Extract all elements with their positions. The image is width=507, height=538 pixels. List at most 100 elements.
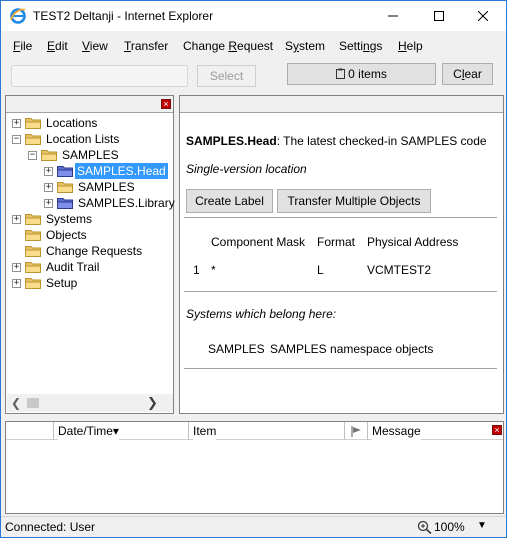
minimize-button[interactable] xyxy=(370,1,416,31)
row-mask: * xyxy=(211,263,216,277)
ie-logo-icon xyxy=(10,8,26,24)
clear-button[interactable]: Clear xyxy=(442,63,493,85)
zoom-icon xyxy=(417,520,432,534)
scroll-left-icon[interactable]: ❮ xyxy=(11,396,21,410)
close-pane-icon[interactable]: × xyxy=(161,99,171,109)
tree-item[interactable]: Objects xyxy=(6,227,173,243)
column-date-time[interactable]: Date/Time▾ xyxy=(58,422,119,440)
tree-item[interactable]: + Systems xyxy=(6,211,173,227)
flag-icon xyxy=(351,426,361,437)
expand-icon[interactable]: + xyxy=(44,199,53,208)
sort-desc-icon: ▾ xyxy=(112,424,119,438)
transfer-multiple-objects-button[interactable]: Transfer Multiple Objects xyxy=(277,189,431,213)
folder-icon xyxy=(25,214,41,225)
zoom-level[interactable]: 100% xyxy=(434,520,465,534)
location-name: SAMPLES.Head xyxy=(186,134,277,148)
close-pane-icon[interactable]: × xyxy=(492,425,502,435)
column-message[interactable]: Message xyxy=(372,422,421,440)
tree-item[interactable]: + SAMPLES.Head xyxy=(6,163,173,179)
system-name[interactable]: SAMPLES xyxy=(208,342,265,356)
connection-status: Connected: User xyxy=(5,520,96,534)
tree-item-label: Audit Trail xyxy=(46,260,100,274)
menu-change-request[interactable]: Change Request xyxy=(183,39,273,53)
tree-item[interactable]: + Locations xyxy=(6,115,173,131)
expand-icon[interactable]: + xyxy=(12,215,21,224)
column-header-physical-address: Physical Address xyxy=(367,235,459,249)
row-format: L xyxy=(317,263,324,277)
select-button[interactable]: Select xyxy=(197,65,256,87)
column-separator xyxy=(367,422,368,440)
toolbar: Select 0 items Clear xyxy=(1,61,506,91)
location-icon xyxy=(57,166,73,177)
menu-file[interactable]: File xyxy=(13,39,32,53)
create-label-button[interactable]: Create Label xyxy=(186,189,273,213)
tree-pane-header: × xyxy=(6,96,173,113)
menu-edit[interactable]: Edit xyxy=(47,39,68,53)
systems-heading: Systems which belong here: xyxy=(186,307,337,321)
folder-icon xyxy=(57,182,73,193)
tree-item[interactable]: + Audit Trail xyxy=(6,259,173,275)
row-index: 1 xyxy=(193,263,200,277)
column-separator xyxy=(53,422,54,440)
detail-pane-header xyxy=(180,96,503,113)
menu-system[interactable]: System xyxy=(285,39,325,53)
search-input[interactable] xyxy=(11,65,188,87)
expand-icon[interactable]: + xyxy=(44,167,53,176)
tree-item-label: Location Lists xyxy=(46,132,120,146)
tree-item[interactable]: + Setup xyxy=(6,275,173,291)
location-heading: SAMPLES.Head: The latest checked-in SAMP… xyxy=(186,134,487,148)
menu-help[interactable]: Help xyxy=(398,39,423,53)
close-button[interactable] xyxy=(460,1,506,31)
tree-item-label: SAMPLES.Head xyxy=(75,163,168,179)
zoom-dropdown-icon[interactable]: ▼ xyxy=(477,520,487,531)
scroll-thumb[interactable] xyxy=(27,398,39,408)
clipboard-icon xyxy=(336,68,346,79)
menu-transfer[interactable]: Transfer xyxy=(124,39,168,53)
maximize-icon xyxy=(434,11,444,21)
expand-icon[interactable]: + xyxy=(12,279,21,288)
tree-item-label: Objects xyxy=(46,228,87,242)
items-button[interactable]: 0 items xyxy=(287,63,436,85)
horizontal-scrollbar[interactable]: ❮ ❯ xyxy=(7,394,173,412)
tree-item-label: SAMPLES xyxy=(62,148,119,162)
folder-icon xyxy=(25,278,41,289)
title-bar: TEST2 Deltanji - Internet Explorer xyxy=(1,1,506,31)
tree-item[interactable]: + SAMPLES.Library xyxy=(6,195,175,211)
folder-icon xyxy=(41,150,57,161)
menu-bar: File Edit View Transfer Change Request S… xyxy=(1,37,506,57)
folder-icon xyxy=(25,230,41,241)
column-separator xyxy=(344,422,345,440)
column-header-format: Format xyxy=(317,235,356,249)
expand-icon[interactable]: + xyxy=(12,119,21,128)
tree-item-label: Setup xyxy=(46,276,78,290)
tree-item[interactable]: − SAMPLES xyxy=(6,147,173,163)
tree-item-label: SAMPLES.Library xyxy=(78,196,175,210)
log-pane: Date/Time▾ Item Message × xyxy=(5,421,504,514)
system-description: SAMPLES namespace objects xyxy=(270,342,434,356)
divider xyxy=(184,368,497,369)
tree-item-label: Change Requests xyxy=(46,244,143,258)
folder-icon xyxy=(25,134,41,145)
menu-view[interactable]: View xyxy=(82,39,108,53)
column-item[interactable]: Item xyxy=(193,422,217,440)
tree-item-label: SAMPLES xyxy=(78,180,135,194)
column-header-component-mask: Component Mask xyxy=(211,235,306,249)
tree-item[interactable]: − Location Lists xyxy=(6,131,173,147)
tree-item[interactable]: + SAMPLES xyxy=(6,179,173,195)
expand-icon[interactable]: + xyxy=(12,263,21,272)
divider xyxy=(184,291,497,292)
collapse-icon[interactable]: − xyxy=(12,135,21,144)
expand-icon[interactable]: + xyxy=(44,183,53,192)
close-icon xyxy=(478,11,488,21)
version-note: Single-version location xyxy=(186,162,307,176)
status-bar: Connected: User 100% ▼ xyxy=(1,516,506,537)
folder-icon xyxy=(25,246,41,257)
menu-settings[interactable]: Settings xyxy=(339,39,382,53)
tree-item[interactable]: Change Requests xyxy=(6,243,173,259)
scroll-right-icon[interactable]: ❯ xyxy=(147,395,158,411)
navigation-tree-pane: × + Locations − Location Lists − SAMPLES + SAMP… xyxy=(5,95,175,414)
collapse-icon[interactable]: − xyxy=(28,151,37,160)
browser-window: TEST2 Deltanji - Internet Explorer File … xyxy=(0,0,507,538)
column-separator xyxy=(188,422,189,440)
maximize-button[interactable] xyxy=(416,1,462,31)
